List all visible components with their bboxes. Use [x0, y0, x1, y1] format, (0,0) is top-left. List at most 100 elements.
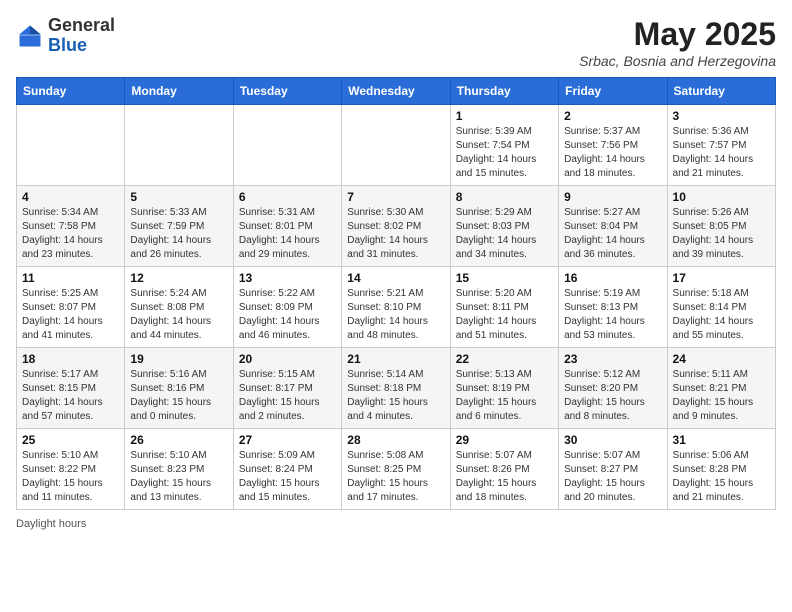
cell-daylight-info: Sunrise: 5:13 AM Sunset: 8:19 PM Dayligh… — [456, 368, 553, 424]
cell-daylight-info: Sunrise: 5:27 AM Sunset: 8:04 PM Dayligh… — [564, 206, 661, 262]
cell-daylight-info: Sunrise: 5:19 AM Sunset: 8:13 PM Dayligh… — [564, 287, 661, 343]
cell-date-number: 21 — [347, 352, 444, 366]
cell-daylight-info: Sunrise: 5:06 AM Sunset: 8:28 PM Dayligh… — [673, 449, 770, 505]
cell-date-number: 25 — [22, 433, 119, 447]
calendar-cell: 20Sunrise: 5:15 AM Sunset: 8:17 PM Dayli… — [233, 348, 341, 429]
cell-date-number: 9 — [564, 190, 661, 204]
cell-date-number: 18 — [22, 352, 119, 366]
calendar-cell: 22Sunrise: 5:13 AM Sunset: 8:19 PM Dayli… — [450, 348, 558, 429]
cell-date-number: 28 — [347, 433, 444, 447]
calendar-cell: 6Sunrise: 5:31 AM Sunset: 8:01 PM Daylig… — [233, 186, 341, 267]
cell-date-number: 8 — [456, 190, 553, 204]
cell-date-number: 29 — [456, 433, 553, 447]
calendar-cell — [342, 105, 450, 186]
cell-daylight-info: Sunrise: 5:31 AM Sunset: 8:01 PM Dayligh… — [239, 206, 336, 262]
cell-daylight-info: Sunrise: 5:10 AM Sunset: 8:22 PM Dayligh… — [22, 449, 119, 505]
calendar-cell: 28 Sunrise: 5:08 AM Sunset: 8:25 PM Dayli… — [342, 429, 450, 510]
cell-daylight-info: Sunrise: 5:29 AM Sunset: 8:03 PM Dayligh… — [456, 206, 553, 262]
calendar-cell: 5 Sunrise: 5:33 AM Sunset: 7:59 PM Daylig… — [125, 186, 233, 267]
cell-daylight-info: Sunrise: 5:09 AM Sunset: 8:24 PM Dayligh… — [239, 449, 336, 505]
calendar-cell: 30Sunrise: 5:07 AM Sunset: 8:27 PM Dayli… — [559, 429, 667, 510]
cell-daylight-info: Sunrise: 5:37 AM Sunset: 7:56 PM Dayligh… — [564, 125, 661, 181]
calendar-cell: 14 Sunrise: 5:21 AM Sunset: 8:10 PM Dayli… — [342, 267, 450, 348]
calendar-cell: 2 Sunrise: 5:37 AM Sunset: 7:56 PM Daylig… — [559, 105, 667, 186]
page-header: General Blue May 2025 Srbac, Bosnia and … — [16, 16, 776, 69]
cell-date-number: 10 — [673, 190, 770, 204]
cell-date-number: 17 — [673, 271, 770, 285]
logo-icon — [16, 22, 44, 50]
calendar-cell — [233, 105, 341, 186]
calendar-cell: 9 Sunrise: 5:27 AM Sunset: 8:04 PM Daylig… — [559, 186, 667, 267]
calendar-cell: 16Sunrise: 5:19 AM Sunset: 8:13 PM Dayli… — [559, 267, 667, 348]
calendar-week-row: 18Sunrise: 5:17 AM Sunset: 8:15 PM Dayli… — [17, 348, 776, 429]
day-header-saturday: Saturday — [667, 78, 775, 105]
day-header-monday: Monday — [125, 78, 233, 105]
daylight-hours-label: Daylight hours — [16, 518, 86, 530]
calendar-week-row: 4 Sunrise: 5:34 AM Sunset: 7:58 PM Daylig… — [17, 186, 776, 267]
cell-date-number: 2 — [564, 109, 661, 123]
calendar-cell: 4 Sunrise: 5:34 AM Sunset: 7:58 PM Daylig… — [17, 186, 125, 267]
cell-date-number: 14 — [347, 271, 444, 285]
cell-date-number: 5 — [130, 190, 227, 204]
cell-date-number: 26 — [130, 433, 227, 447]
cell-date-number: 24 — [673, 352, 770, 366]
cell-date-number: 30 — [564, 433, 661, 447]
footer-note: Daylight hours — [16, 518, 776, 530]
calendar-cell: 8 Sunrise: 5:29 AM Sunset: 8:03 PM Daylig… — [450, 186, 558, 267]
calendar-cell: 27Sunrise: 5:09 AM Sunset: 8:24 PM Dayli… — [233, 429, 341, 510]
cell-date-number: 11 — [22, 271, 119, 285]
cell-daylight-info: Sunrise: 5:21 AM Sunset: 8:10 PM Dayligh… — [347, 287, 444, 343]
cell-date-number: 15 — [456, 271, 553, 285]
day-header-tuesday: Tuesday — [233, 78, 341, 105]
cell-daylight-info: Sunrise: 5:36 AM Sunset: 7:57 PM Dayligh… — [673, 125, 770, 181]
month-year-title: May 2025 — [579, 16, 776, 53]
cell-date-number: 3 — [673, 109, 770, 123]
calendar-cell: 23 Sunrise: 5:12 AM Sunset: 8:20 PM Dayli… — [559, 348, 667, 429]
calendar-week-row: 1 Sunrise: 5:39 AM Sunset: 7:54 PM Daylig… — [17, 105, 776, 186]
cell-date-number: 23 — [564, 352, 661, 366]
cell-daylight-info: Sunrise: 5:16 AM Sunset: 8:16 PM Dayligh… — [130, 368, 227, 424]
calendar-cell: 11 Sunrise: 5:25 AM Sunset: 8:07 PM Dayli… — [17, 267, 125, 348]
cell-date-number: 1 — [456, 109, 553, 123]
calendar-cell: 3 Sunrise: 5:36 AM Sunset: 7:57 PM Daylig… — [667, 105, 775, 186]
calendar-cell: 10 Sunrise: 5:26 AM Sunset: 8:05 PM Dayli… — [667, 186, 775, 267]
cell-date-number: 13 — [239, 271, 336, 285]
logo-general: General — [48, 15, 115, 35]
cell-date-number: 19 — [130, 352, 227, 366]
cell-daylight-info: Sunrise: 5:33 AM Sunset: 7:59 PM Dayligh… — [130, 206, 227, 262]
calendar-cell: 7Sunrise: 5:30 AM Sunset: 8:02 PM Daylig… — [342, 186, 450, 267]
calendar-week-row: 25 Sunrise: 5:10 AM Sunset: 8:22 PM Dayli… — [17, 429, 776, 510]
calendar-cell: 24 Sunrise: 5:11 AM Sunset: 8:21 PM Dayli… — [667, 348, 775, 429]
calendar-cell: 31Sunrise: 5:06 AM Sunset: 8:28 PM Dayli… — [667, 429, 775, 510]
calendar-cell: 26Sunrise: 5:10 AM Sunset: 8:23 PM Dayli… — [125, 429, 233, 510]
title-block: May 2025 Srbac, Bosnia and Herzegovina — [579, 16, 776, 69]
cell-daylight-info: Sunrise: 5:26 AM Sunset: 8:05 PM Dayligh… — [673, 206, 770, 262]
cell-date-number: 12 — [130, 271, 227, 285]
cell-date-number: 4 — [22, 190, 119, 204]
cell-daylight-info: Sunrise: 5:22 AM Sunset: 8:09 PM Dayligh… — [239, 287, 336, 343]
location-title: Srbac, Bosnia and Herzegovina — [579, 53, 776, 69]
cell-daylight-info: Sunrise: 5:25 AM Sunset: 8:07 PM Dayligh… — [22, 287, 119, 343]
cell-daylight-info: Sunrise: 5:39 AM Sunset: 7:54 PM Dayligh… — [456, 125, 553, 181]
calendar-cell: 19 Sunrise: 5:16 AM Sunset: 8:16 PM Dayli… — [125, 348, 233, 429]
logo-text: General Blue — [48, 16, 115, 56]
calendar-table: SundayMondayTuesdayWednesdayThursdayFrid… — [16, 77, 776, 510]
cell-daylight-info: Sunrise: 5:34 AM Sunset: 7:58 PM Dayligh… — [22, 206, 119, 262]
cell-daylight-info: Sunrise: 5:12 AM Sunset: 8:20 PM Dayligh… — [564, 368, 661, 424]
cell-daylight-info: Sunrise: 5:08 AM Sunset: 8:25 PM Dayligh… — [347, 449, 444, 505]
calendar-cell — [125, 105, 233, 186]
calendar-cell: 29 Sunrise: 5:07 AM Sunset: 8:26 PM Dayli… — [450, 429, 558, 510]
day-header-wednesday: Wednesday — [342, 78, 450, 105]
calendar-cell: 1 Sunrise: 5:39 AM Sunset: 7:54 PM Daylig… — [450, 105, 558, 186]
cell-daylight-info: Sunrise: 5:07 AM Sunset: 8:26 PM Dayligh… — [456, 449, 553, 505]
calendar-cell: 15Sunrise: 5:20 AM Sunset: 8:11 PM Dayli… — [450, 267, 558, 348]
calendar-header-row: SundayMondayTuesdayWednesdayThursdayFrid… — [17, 78, 776, 105]
cell-daylight-info: Sunrise: 5:11 AM Sunset: 8:21 PM Dayligh… — [673, 368, 770, 424]
calendar-cell: 18Sunrise: 5:17 AM Sunset: 8:15 PM Dayli… — [17, 348, 125, 429]
day-header-thursday: Thursday — [450, 78, 558, 105]
calendar-cell: 12Sunrise: 5:24 AM Sunset: 8:08 PM Dayli… — [125, 267, 233, 348]
calendar-cell: 21Sunrise: 5:14 AM Sunset: 8:18 PM Dayli… — [342, 348, 450, 429]
calendar-cell: 17Sunrise: 5:18 AM Sunset: 8:14 PM Dayli… — [667, 267, 775, 348]
cell-date-number: 7 — [347, 190, 444, 204]
logo: General Blue — [16, 16, 115, 56]
